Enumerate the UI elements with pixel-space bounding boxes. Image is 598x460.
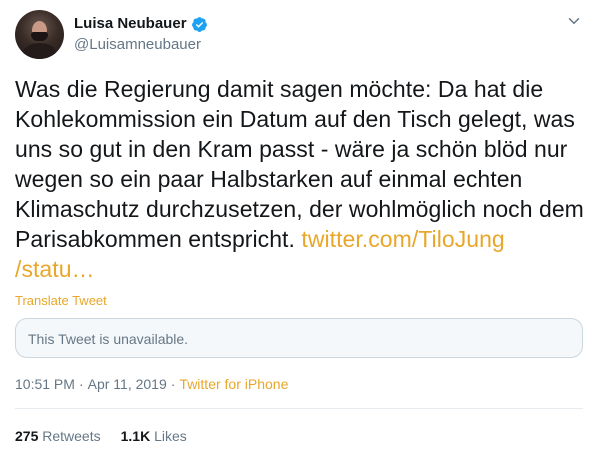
verified-badge-icon xyxy=(191,16,207,32)
likes-label: Likes xyxy=(154,428,187,444)
retweets-stat[interactable]: 275 Retweets xyxy=(15,427,101,445)
avatar-body xyxy=(23,43,56,59)
tweet-card: Luisa Neubauer @Luisamneubauer Was die R… xyxy=(0,0,598,460)
retweets-count: 275 xyxy=(15,428,39,444)
chevron-down-icon[interactable] xyxy=(565,12,583,30)
tweet-text: Was die Regierung damit sagen möchte: Da… xyxy=(15,74,585,284)
tweet-stats: 275 Retweets 1.1K Likes xyxy=(15,427,207,445)
meta-separator: · xyxy=(78,376,84,392)
meta-separator-2: · xyxy=(170,376,176,392)
tweet-link-line2: /statu… xyxy=(15,256,95,282)
divider xyxy=(15,408,583,409)
tweet-link-line1: twitter.com/TiloJung xyxy=(301,226,505,252)
tweet-header: Luisa Neubauer @Luisamneubauer xyxy=(15,10,583,62)
tweet-date[interactable]: Apr 11, 2019 xyxy=(88,376,167,392)
author-names[interactable]: Luisa Neubauer @Luisamneubauer xyxy=(74,14,208,55)
author-handle[interactable]: @Luisamneubauer xyxy=(74,35,208,55)
avatar-mask xyxy=(31,32,48,41)
tweet-meta: 10:51 PM · Apr 11, 2019 · Twitter for iPhone xyxy=(15,375,288,393)
tweet-time[interactable]: 10:51 PM xyxy=(15,376,75,392)
retweets-label: Retweets xyxy=(42,428,101,444)
quoted-tweet-unavailable: This Tweet is unavailable. xyxy=(15,318,583,358)
unavailable-message: This Tweet is unavailable. xyxy=(28,331,189,347)
display-name-text: Luisa Neubauer xyxy=(74,15,187,32)
avatar[interactable] xyxy=(15,10,64,59)
tweet-source[interactable]: Twitter for iPhone xyxy=(179,376,288,392)
likes-count: 1.1K xyxy=(120,428,151,444)
likes-stat[interactable]: 1.1K Likes xyxy=(121,427,187,445)
display-name[interactable]: Luisa Neubauer xyxy=(74,14,208,34)
translate-tweet-link[interactable]: Translate Tweet xyxy=(15,293,107,309)
